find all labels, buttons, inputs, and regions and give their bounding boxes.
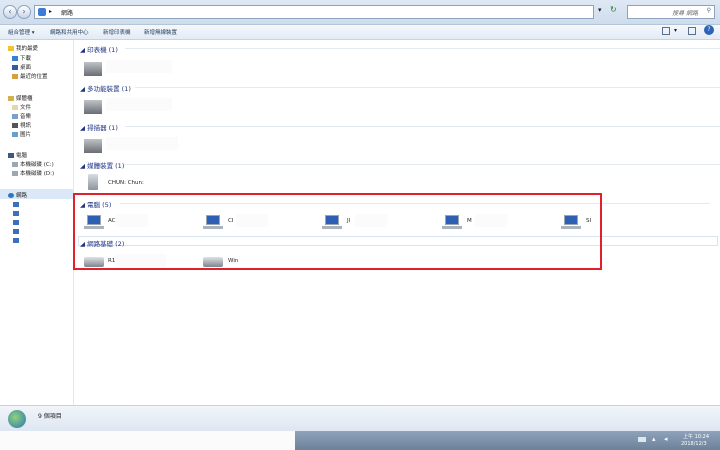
preview-pane-icon[interactable] (688, 27, 696, 35)
printer-icon[interactable] (84, 62, 102, 76)
nav-desktop[interactable]: 桌面 (12, 63, 31, 71)
nav-recent[interactable]: 最近的位置 (12, 72, 48, 80)
group-divider (125, 48, 720, 49)
tray-volume-icon[interactable]: ◂ (664, 435, 668, 443)
pictures-icon (12, 132, 18, 137)
nav-computer[interactable]: 電腦 (8, 151, 27, 159)
back-button[interactable]: ‹ (3, 5, 17, 19)
desktop-icon (12, 65, 18, 70)
redacted-label (106, 60, 172, 73)
redacted-label (106, 98, 172, 111)
network-globe-icon (8, 410, 26, 428)
nav-downloads[interactable]: 下載 (12, 54, 31, 62)
highlight-box (73, 193, 602, 270)
breadcrumb-arrow-icon[interactable]: ▸ (49, 8, 52, 15)
search-icon: ⚲ (706, 7, 711, 14)
search-input[interactable]: 搜尋 網路 ⚲ (627, 5, 715, 19)
media-device-icon[interactable] (88, 174, 98, 190)
redacted-taskbar-area (0, 431, 295, 450)
group-divider (135, 87, 720, 88)
nav-pictures[interactable]: 圖片 (12, 130, 31, 138)
clock-time[interactable]: 上午 10:24 (683, 433, 709, 440)
network-computer-icon[interactable] (13, 229, 19, 234)
forward-button[interactable]: › (17, 5, 31, 19)
group-divider (125, 126, 720, 127)
navigation-pane: 我的最愛 下載 桌面 最近的位置 媒體櫃 文件 音樂 視訊 圖片 電腦 本機磁碟… (0, 40, 74, 406)
organize-button[interactable]: 組合管理 ▾ (8, 28, 35, 36)
nav-videos[interactable]: 視訊 (12, 121, 31, 129)
network-icon (8, 193, 14, 198)
drive-icon (12, 162, 18, 167)
computer-icon (8, 153, 14, 158)
item-count: 9 個項目 (38, 413, 62, 420)
breadcrumb[interactable]: 網路 (61, 8, 73, 17)
group-divider (125, 164, 720, 165)
clock-date[interactable]: 2018/12/3 (681, 441, 707, 447)
add-wireless-device-button[interactable]: 新增無線裝置 (144, 28, 177, 36)
add-printer-button[interactable]: 新增印表機 (103, 28, 131, 36)
download-icon (12, 56, 18, 61)
network-computer-icon[interactable] (13, 220, 19, 225)
tray-flag-icon[interactable]: ▴ (652, 435, 656, 443)
music-icon (12, 114, 18, 119)
nav-music[interactable]: 音樂 (12, 112, 31, 120)
network-computer-icon[interactable] (13, 238, 19, 243)
refresh-icon[interactable]: ↻ (610, 5, 617, 14)
help-icon[interactable]: ? (704, 25, 714, 35)
videos-icon (12, 123, 18, 128)
details-pane: 9 個項目 (0, 405, 720, 432)
group-header-printers[interactable]: ◢ 印表機 (1) (80, 44, 118, 54)
group-header-scanners[interactable]: ◢ 掃描器 (1) (80, 122, 118, 132)
group-header-multifunction[interactable]: ◢ 多功能裝置 (1) (80, 83, 131, 93)
dropdown-arrow-icon[interactable]: ▾ (598, 6, 602, 14)
view-dropdown-icon[interactable]: ▾ (674, 27, 677, 34)
search-placeholder: 搜尋 網路 (672, 10, 698, 17)
network-computer-icon[interactable] (13, 202, 19, 207)
star-icon (8, 46, 14, 51)
command-bar: 組合管理 ▾ 網路和共用中心 新增印表機 新增無線裝置 ▾ ? (0, 25, 720, 40)
nav-documents[interactable]: 文件 (12, 103, 31, 111)
multifunction-printer-icon[interactable] (84, 100, 102, 114)
nav-drive-d[interactable]: 本機磁碟 (D:) (12, 169, 54, 177)
documents-icon (12, 105, 18, 110)
nav-libraries[interactable]: 媒體櫃 (8, 94, 33, 102)
nav-favorites[interactable]: 我的最愛 (8, 44, 38, 52)
media-device-label[interactable]: CHUN: Chun: (108, 180, 144, 186)
view-options-icon[interactable] (662, 27, 670, 35)
address-field[interactable]: ▸ 網路 (34, 5, 594, 19)
scanner-icon[interactable] (84, 139, 102, 153)
redacted-label (106, 137, 178, 150)
drive-icon (12, 171, 18, 176)
tray-network-icon[interactable] (638, 437, 646, 442)
library-icon (8, 96, 14, 101)
recent-places-icon (12, 74, 18, 79)
group-header-media[interactable]: ◢ 媒體裝置 (1) (80, 160, 124, 170)
nav-network[interactable]: 網路 (8, 191, 27, 199)
nav-drive-c[interactable]: 本機磁碟 (C:) (12, 160, 54, 168)
address-bar-area: ‹ › ▸ 網路 ▾ ↻ 搜尋 網路 ⚲ (0, 0, 720, 25)
network-icon (38, 8, 46, 16)
network-computer-icon[interactable] (13, 211, 19, 216)
network-sharing-center-button[interactable]: 網路和共用中心 (50, 28, 89, 36)
